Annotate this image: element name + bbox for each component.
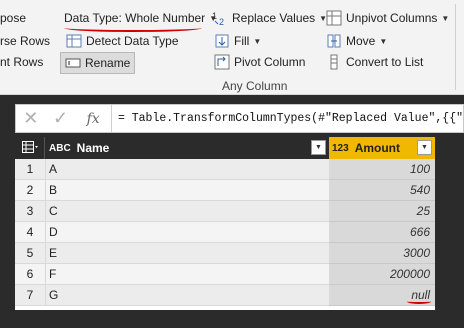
convert-to-list-button[interactable]: Convert to List	[326, 52, 423, 72]
formula-input[interactable]: = Table.TransformColumnTypes(#"Replaced …	[118, 112, 463, 125]
amount-cell[interactable]: 3000	[329, 243, 435, 264]
detect-data-type-icon	[66, 33, 82, 49]
name-cell[interactable]: A	[45, 159, 329, 180]
table-row: 3 C 25	[15, 201, 435, 222]
whole-number-type-icon[interactable]: 123	[332, 143, 349, 154]
rename-icon	[65, 55, 81, 71]
unpivot-columns-icon	[326, 10, 342, 26]
unpivot-columns-button[interactable]: Unpivot Columns ▼	[326, 8, 449, 28]
row-number: 4	[15, 222, 45, 243]
transpose-label: pose	[0, 11, 27, 25]
filter-dropdown-icon[interactable]: ▼	[311, 140, 326, 155]
column-header-label: Amount	[354, 141, 401, 155]
convert-to-list-icon	[326, 54, 342, 70]
chevron-down-icon: ▼	[379, 36, 388, 46]
replace-values-button[interactable]: 12 Replace Values ▼	[212, 8, 327, 28]
filter-dropdown-icon[interactable]: ▼	[417, 140, 432, 155]
name-cell[interactable]: D	[45, 222, 329, 243]
table-row: 2 B 540	[15, 180, 435, 201]
move-label: Move	[346, 34, 376, 48]
fx-icon[interactable]: fx	[75, 111, 111, 127]
pivot-column-label: Pivot Column	[234, 55, 306, 69]
close-icon[interactable]: ✕	[16, 108, 46, 129]
table-row: 7 G null	[15, 285, 435, 306]
table-icon	[21, 140, 38, 156]
reverse-rows-button[interactable]: rse Rows	[0, 31, 50, 51]
text-type-icon[interactable]: ABC	[49, 143, 71, 153]
move-icon	[326, 33, 342, 49]
amount-cell[interactable]: 540	[329, 180, 435, 201]
row-number: 5	[15, 243, 45, 264]
detect-data-type-button[interactable]: Detect Data Type	[66, 31, 179, 51]
convert-to-list-label: Convert to List	[346, 55, 424, 69]
name-cell[interactable]: G	[45, 285, 329, 306]
move-button[interactable]: Move ▼	[326, 31, 387, 51]
column-header-name[interactable]: ABC Name ▼	[45, 137, 329, 159]
table-row: 1 A 100	[15, 159, 435, 180]
table-menu-button[interactable]	[15, 137, 45, 159]
count-rows-label: nt Rows	[0, 55, 44, 69]
chevron-down-icon: ▼	[441, 13, 450, 23]
fill-label: Fill	[234, 34, 250, 48]
column-header-amount[interactable]: 123 Amount ▼	[329, 137, 435, 159]
amount-cell[interactable]: 25	[329, 201, 435, 222]
detect-data-type-label: Detect Data Type	[86, 34, 179, 48]
row-number: 2	[15, 180, 45, 201]
name-cell[interactable]: F	[45, 264, 329, 285]
name-cell[interactable]: C	[45, 201, 329, 222]
table-row: 6 F 200000	[15, 264, 435, 285]
data-grid: ABC Name ▼ 123 Amount ▼ 1 A 100 2 B 540 …	[15, 137, 435, 310]
svg-text:1: 1	[212, 11, 217, 21]
amount-cell[interactable]: 200000	[329, 264, 435, 285]
column-header-label: Name	[76, 141, 110, 155]
group-divider	[455, 4, 456, 90]
red-underline-annotation	[407, 299, 431, 304]
rename-label: Rename	[85, 56, 131, 70]
count-rows-button[interactable]: nt Rows	[0, 52, 43, 72]
ribbon: pose rse Rows nt Rows Data Type: Whole N…	[0, 0, 464, 95]
table-row: 5 E 3000	[15, 243, 435, 264]
row-number: 6	[15, 264, 45, 285]
data-type-label: Data Type: Whole Number	[64, 11, 206, 25]
svg-text:2: 2	[219, 17, 224, 26]
name-cell[interactable]: E	[45, 243, 329, 264]
replace-values-label: Replace Values	[232, 11, 316, 25]
pivot-column-button[interactable]: Pivot Column	[214, 52, 305, 72]
formula-divider	[110, 105, 112, 132]
rename-button[interactable]: Rename	[60, 52, 136, 74]
pivot-column-icon	[214, 54, 230, 70]
formula-bar: ✕ ✓ fx = Table.TransformColumnTypes(#"Re…	[15, 104, 464, 133]
fill-icon	[214, 33, 230, 49]
row-number: 3	[15, 201, 45, 222]
amount-cell[interactable]: 100	[329, 159, 435, 180]
table-row: 4 D 666	[15, 222, 435, 243]
reverse-rows-label: rse Rows	[0, 34, 51, 48]
chevron-down-icon: ▼	[253, 36, 262, 46]
row-number: 7	[15, 285, 45, 306]
amount-cell[interactable]: 666	[329, 222, 435, 243]
transpose-button[interactable]: pose	[0, 8, 26, 28]
replace-values-icon: 12	[212, 10, 228, 27]
fill-button[interactable]: Fill ▼	[214, 31, 261, 51]
check-icon[interactable]: ✓	[46, 108, 76, 129]
row-number: 1	[15, 159, 45, 180]
name-cell[interactable]: B	[45, 180, 329, 201]
group-label: Any Column	[222, 79, 288, 93]
unpivot-columns-label: Unpivot Columns	[346, 11, 438, 25]
